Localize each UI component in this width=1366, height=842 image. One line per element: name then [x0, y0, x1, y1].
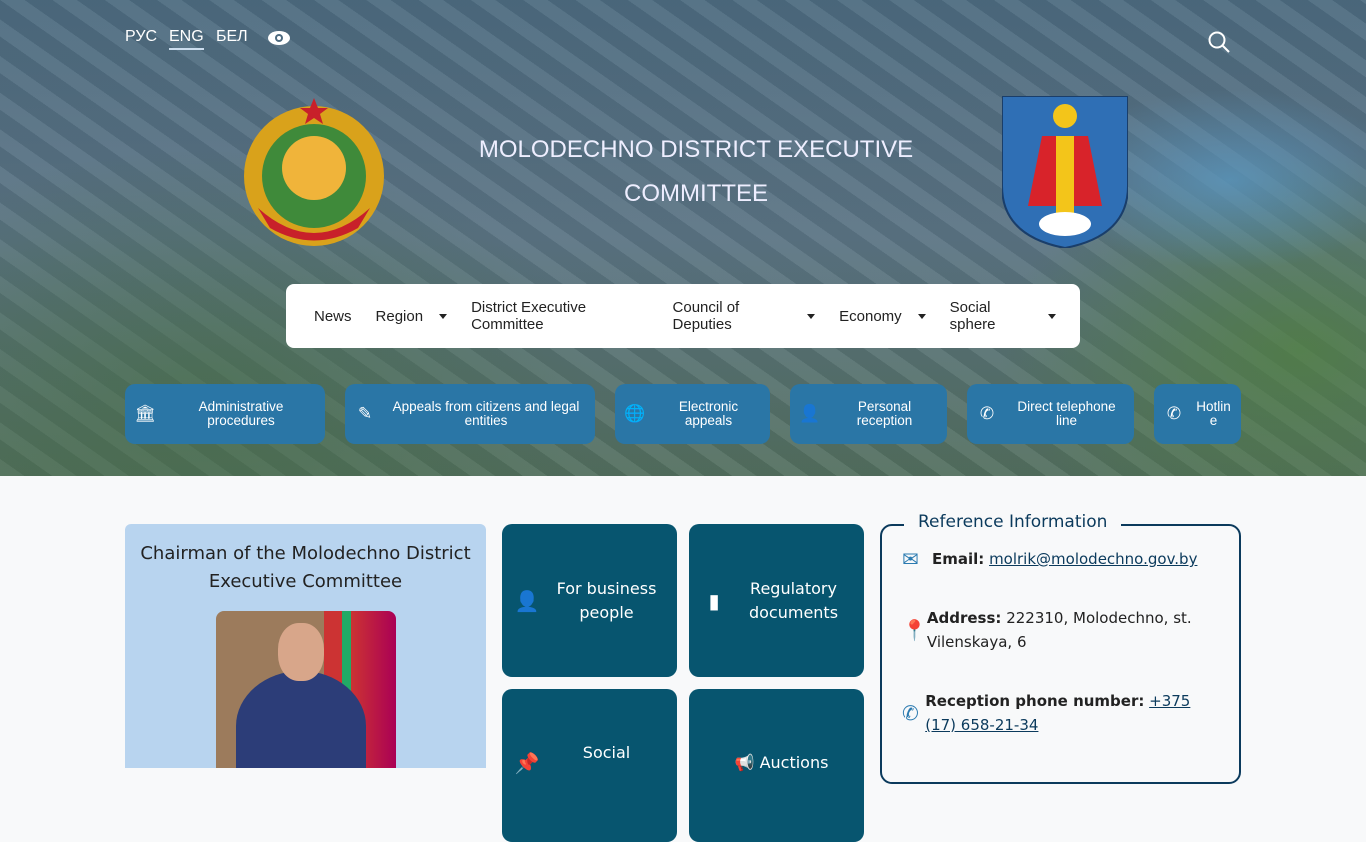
nav-label: News	[314, 307, 352, 325]
pin-icon: 📌	[514, 751, 540, 775]
reference-info: Reference Information ✉ Email: molrik@mol…	[880, 512, 1241, 784]
person-icon: 👤	[799, 404, 821, 423]
chairman-photo	[216, 611, 396, 768]
nav-label: Council of Deputies	[672, 299, 740, 333]
nav-label: District Executive Committee	[471, 299, 587, 333]
caret-down-icon	[917, 313, 926, 319]
button-label: Administrative procedures	[198, 399, 284, 428]
tile-label: 📢 Auctions	[689, 751, 864, 775]
button-label: Appeals from citizens and legal entities	[392, 399, 580, 428]
page-title: MOLODECHNO DISTRICT EXECUTIVE COMMITTEE	[478, 136, 914, 207]
book-icon: ▮	[708, 588, 720, 613]
nav-economy[interactable]: Economy	[839, 308, 926, 325]
tile-social[interactable]: 📌 Social	[502, 689, 677, 842]
phone-label: Reception phone number:	[925, 692, 1145, 710]
globe-icon: 🌐	[624, 404, 646, 423]
personal-reception-button[interactable]: 👤 Personal reception	[790, 384, 947, 444]
direct-line-button[interactable]: ✆ Direct telephone line	[967, 384, 1134, 444]
administrative-procedures-button[interactable]: 🏛 Administrative procedures	[125, 384, 325, 444]
lang-be[interactable]: БЕЛ	[216, 28, 248, 46]
email-label: Email:	[932, 550, 985, 568]
electronic-appeals-button[interactable]: 🌐 Electronic appeals	[615, 384, 770, 444]
search-icon[interactable]	[1207, 30, 1231, 54]
lang-ru[interactable]: РУС	[125, 28, 157, 46]
eye-icon[interactable]	[267, 29, 291, 47]
nav-district-executive-committee[interactable]: District Executive Committee	[471, 299, 648, 333]
phone-icon: ✆	[1166, 404, 1182, 423]
tile-regulatory[interactable]: ▮ Regulatory documents	[689, 524, 864, 677]
megaphone-icon: 📢	[734, 753, 760, 772]
nav-social-sphere[interactable]: Social sphere	[950, 299, 1056, 333]
caret-down-icon	[1048, 313, 1056, 319]
reference-title: Reference Information	[904, 512, 1122, 532]
nav-council-of-deputies[interactable]: Council of Deputies	[673, 299, 816, 333]
tile-auctions[interactable]: 📢 Auctions	[689, 689, 864, 842]
caret-down-icon	[439, 313, 448, 319]
lang-en[interactable]: ENG	[169, 28, 204, 50]
button-label: Electronic appeals	[678, 399, 739, 428]
phone-icon: ✆	[902, 701, 919, 725]
tile-label: Social	[582, 743, 631, 762]
tile-label-text: Auctions	[759, 753, 829, 772]
document-icon: ✎	[357, 404, 373, 423]
hotline-button[interactable]: ✆ Hotline	[1154, 384, 1241, 444]
appeals-button[interactable]: ✎ Appeals from citizens and legal entitie…	[345, 384, 595, 444]
nav-label: Economy	[839, 307, 902, 325]
envelope-icon: ✉	[902, 547, 919, 571]
chairman-card[interactable]: Chairman of the Molodechno District Exec…	[125, 524, 486, 768]
caret-down-icon	[807, 313, 816, 319]
email-link[interactable]: molrik@molodechno.gov.by	[989, 550, 1197, 568]
businessman-icon: 👤	[514, 588, 540, 613]
tile-business[interactable]: 👤 For business people	[502, 524, 677, 677]
main-nav: News Region District Executive Committee…	[286, 284, 1080, 348]
button-label: Hotline	[1196, 399, 1231, 428]
nav-label: Region	[375, 307, 424, 325]
address-label: Address:	[926, 609, 1002, 627]
coat-of-arms	[1002, 96, 1128, 248]
nav-label: Social sphere	[949, 299, 996, 333]
nav-region[interactable]: Region	[376, 308, 448, 325]
nav-news[interactable]: News	[314, 308, 352, 325]
tile-label: For business people	[556, 578, 657, 622]
button-label: Personal reception	[856, 399, 913, 428]
button-label: Direct telephone line	[1017, 399, 1116, 428]
bank-icon: 🏛	[134, 404, 156, 423]
state-emblem	[244, 98, 384, 246]
location-pin-icon: 📍	[902, 618, 927, 642]
tile-label: Regulatory documents	[748, 578, 839, 622]
chairman-title: Chairman of the Molodechno District Exec…	[140, 543, 471, 592]
phone-icon: ✆	[979, 404, 995, 423]
